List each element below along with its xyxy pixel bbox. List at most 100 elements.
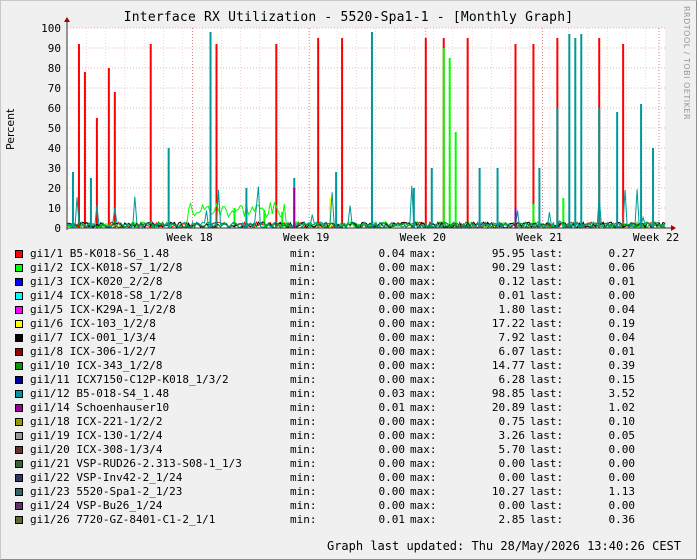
legend-min-value: 0.00: [378, 415, 406, 428]
legend-swatch: [15, 390, 23, 398]
x-tick-label: Week 19: [283, 231, 329, 244]
legend-last-key: last:: [530, 513, 564, 526]
legend-swatch: [15, 446, 23, 454]
legend-series-name: gi1/26 7720-GZ-8401-C1-2_1/1: [30, 513, 216, 526]
legend-series-name: gi1/23 5520-Spa1-2_1/23: [30, 485, 183, 498]
legend-min-key: min:: [290, 401, 317, 414]
legend-max-key: max:: [410, 387, 437, 400]
legend-max-value: 0.12: [498, 275, 526, 288]
legend-row: gi1/4 ICX-K018-S8_1/2/8 min: 0.00 max: 0.01 l…: [15, 289, 685, 303]
legend-min-key: min:: [290, 457, 317, 470]
legend-last-key: last:: [530, 401, 564, 414]
legend-series-name: gi1/20 ICX-308-1/3/4: [30, 443, 163, 456]
legend-row: gi1/24 VSP-Bu26_1/24 min: 0.00 max: 0.00 last…: [15, 499, 685, 513]
x-tick-label: Week 21: [516, 231, 562, 244]
legend-max-key: max:: [410, 247, 437, 260]
x-tick-label: Week 22: [633, 231, 679, 244]
legend-min-value: 0.00: [378, 331, 406, 344]
legend-max-key: max:: [410, 331, 437, 344]
legend-swatch: [15, 502, 23, 510]
legend-series-name: gi1/24 VSP-Bu26_1/24: [30, 499, 163, 512]
legend-max-value: 0.00: [498, 499, 526, 512]
y-tick-label: 90: [48, 42, 61, 55]
legend-row: gi1/14 Schoenhauser10 min: 0.01 max: 20.89 la…: [15, 401, 685, 415]
y-tick-label: 50: [48, 122, 61, 135]
y-tick-label: 10: [48, 202, 61, 215]
legend-last-value: 0.00: [608, 471, 636, 484]
legend-series-name: gi1/21 VSP-RUD26-2.313-S08-1_1/3: [30, 457, 242, 470]
legend-series-name: gi1/10 ICX-343_1/2/8: [30, 359, 163, 372]
legend-last-value: 0.01: [608, 275, 636, 288]
legend-swatch: [15, 404, 23, 412]
legend-min-value: 0.00: [378, 359, 406, 372]
legend-row: gi1/7 ICX-001_1/3/4 min: 0.00 max: 7.92 last:…: [15, 331, 685, 345]
legend-row: gi1/12 B5-018-S4_1.48 min: 0.03 max: 98.85 la…: [15, 387, 685, 401]
legend-max-key: max:: [410, 499, 437, 512]
legend-last-value: 0.15: [608, 373, 636, 386]
legend-min-value: 0.04: [378, 247, 406, 260]
legend-max-value: 3.26: [498, 429, 526, 442]
y-tick-label: 70: [48, 82, 61, 95]
legend-max-value: 2.85: [498, 513, 526, 526]
legend-swatch: [15, 334, 23, 342]
legend-last-value: 0.00: [608, 289, 636, 302]
legend-max-value: 17.22: [491, 317, 525, 330]
legend-min-key: min:: [290, 471, 317, 484]
legend-row: gi1/11 ICX7150-C12P-K018_1/3/2 min: 0.00 ma…: [15, 373, 685, 387]
legend-series-name: gi1/8 ICX-306-1/2/7: [30, 345, 156, 358]
legend-min-value: 0.01: [378, 401, 406, 414]
legend-last-key: last:: [530, 317, 564, 330]
legend-swatch: [15, 432, 23, 440]
legend-max-value: 10.27: [491, 485, 525, 498]
legend-last-value: 0.05: [608, 429, 636, 442]
legend-swatch: [15, 460, 23, 468]
legend-min-key: min:: [290, 373, 317, 386]
legend-min-key: min:: [290, 415, 317, 428]
legend-min-key: min:: [290, 247, 317, 260]
legend-series-name: gi1/11 ICX7150-C12P-K018_1/3/2: [30, 373, 229, 386]
y-tick-label: 20: [48, 182, 61, 195]
y-tick-label: 40: [48, 142, 61, 155]
legend-max-value: 1.80: [498, 303, 526, 316]
legend-row: gi1/1 B5-K018-S6_1.48 min: 0.04 max: 95.95 la…: [15, 247, 685, 261]
legend-last-key: last:: [530, 331, 564, 344]
legend-max-key: max:: [410, 485, 437, 498]
legend-row: gi1/10 ICX-343_1/2/8 min: 0.00 max: 14.77 las…: [15, 359, 685, 373]
legend-max-value: 20.89: [491, 401, 525, 414]
legend-min-key: min:: [290, 345, 317, 358]
legend-last-value: 1.13: [608, 485, 636, 498]
legend-max-value: 14.77: [491, 359, 525, 372]
legend-max-value: 98.85: [491, 387, 525, 400]
legend-swatch: [15, 376, 23, 384]
legend-max-key: max:: [410, 359, 437, 372]
y-tick-label: 30: [48, 162, 61, 175]
legend-row: gi1/8 ICX-306-1/2/7 min: 0.00 max: 6.07 last:…: [15, 345, 685, 359]
legend-last-key: last:: [530, 457, 564, 470]
legend-row: gi1/3 ICX-K020_2/2/8 min: 0.00 max: 0.12 last…: [15, 275, 685, 289]
legend-row: gi1/2 ICX-K018-S7_1/2/8 min: 0.00 max: 90.29…: [15, 261, 685, 275]
legend-max-value: 0.00: [498, 471, 526, 484]
legend-last-key: last:: [530, 359, 564, 372]
legend-last-value: 0.06: [608, 261, 636, 274]
legend-max-key: max:: [410, 471, 437, 484]
legend-series-name: gi1/18 ICX-221-1/2/2: [30, 415, 163, 428]
legend-swatch: [15, 362, 23, 370]
legend-min-value: 0.00: [378, 457, 406, 470]
legend-last-key: last:: [530, 247, 564, 260]
legend: gi1/1 B5-K018-S6_1.48 min: 0.04 max: 95.95 la…: [15, 247, 685, 527]
legend-last-key: last:: [530, 289, 564, 302]
legend-series-name: gi1/5 ICX-K29A-1_1/2/8: [30, 303, 176, 316]
legend-min-key: min:: [290, 513, 317, 526]
legend-min-value: 0.00: [378, 429, 406, 442]
legend-min-key: min:: [290, 261, 317, 274]
legend-min-value: 0.00: [378, 345, 406, 358]
legend-min-key: min:: [290, 443, 317, 456]
legend-max-key: max:: [410, 457, 437, 470]
legend-min-value: 0.01: [378, 513, 406, 526]
legend-swatch: [15, 278, 23, 286]
legend-row: gi1/22 VSP-Inv42-2_1/24 min: 0.00 max: 0.00 l…: [15, 471, 685, 485]
legend-swatch: [15, 474, 23, 482]
legend-min-value: 0.00: [378, 303, 406, 316]
x-tick-label: Week 18: [166, 231, 212, 244]
legend-row: gi1/21 VSP-RUD26-2.313-S08-1_1/3 min: 0.00…: [15, 457, 685, 471]
